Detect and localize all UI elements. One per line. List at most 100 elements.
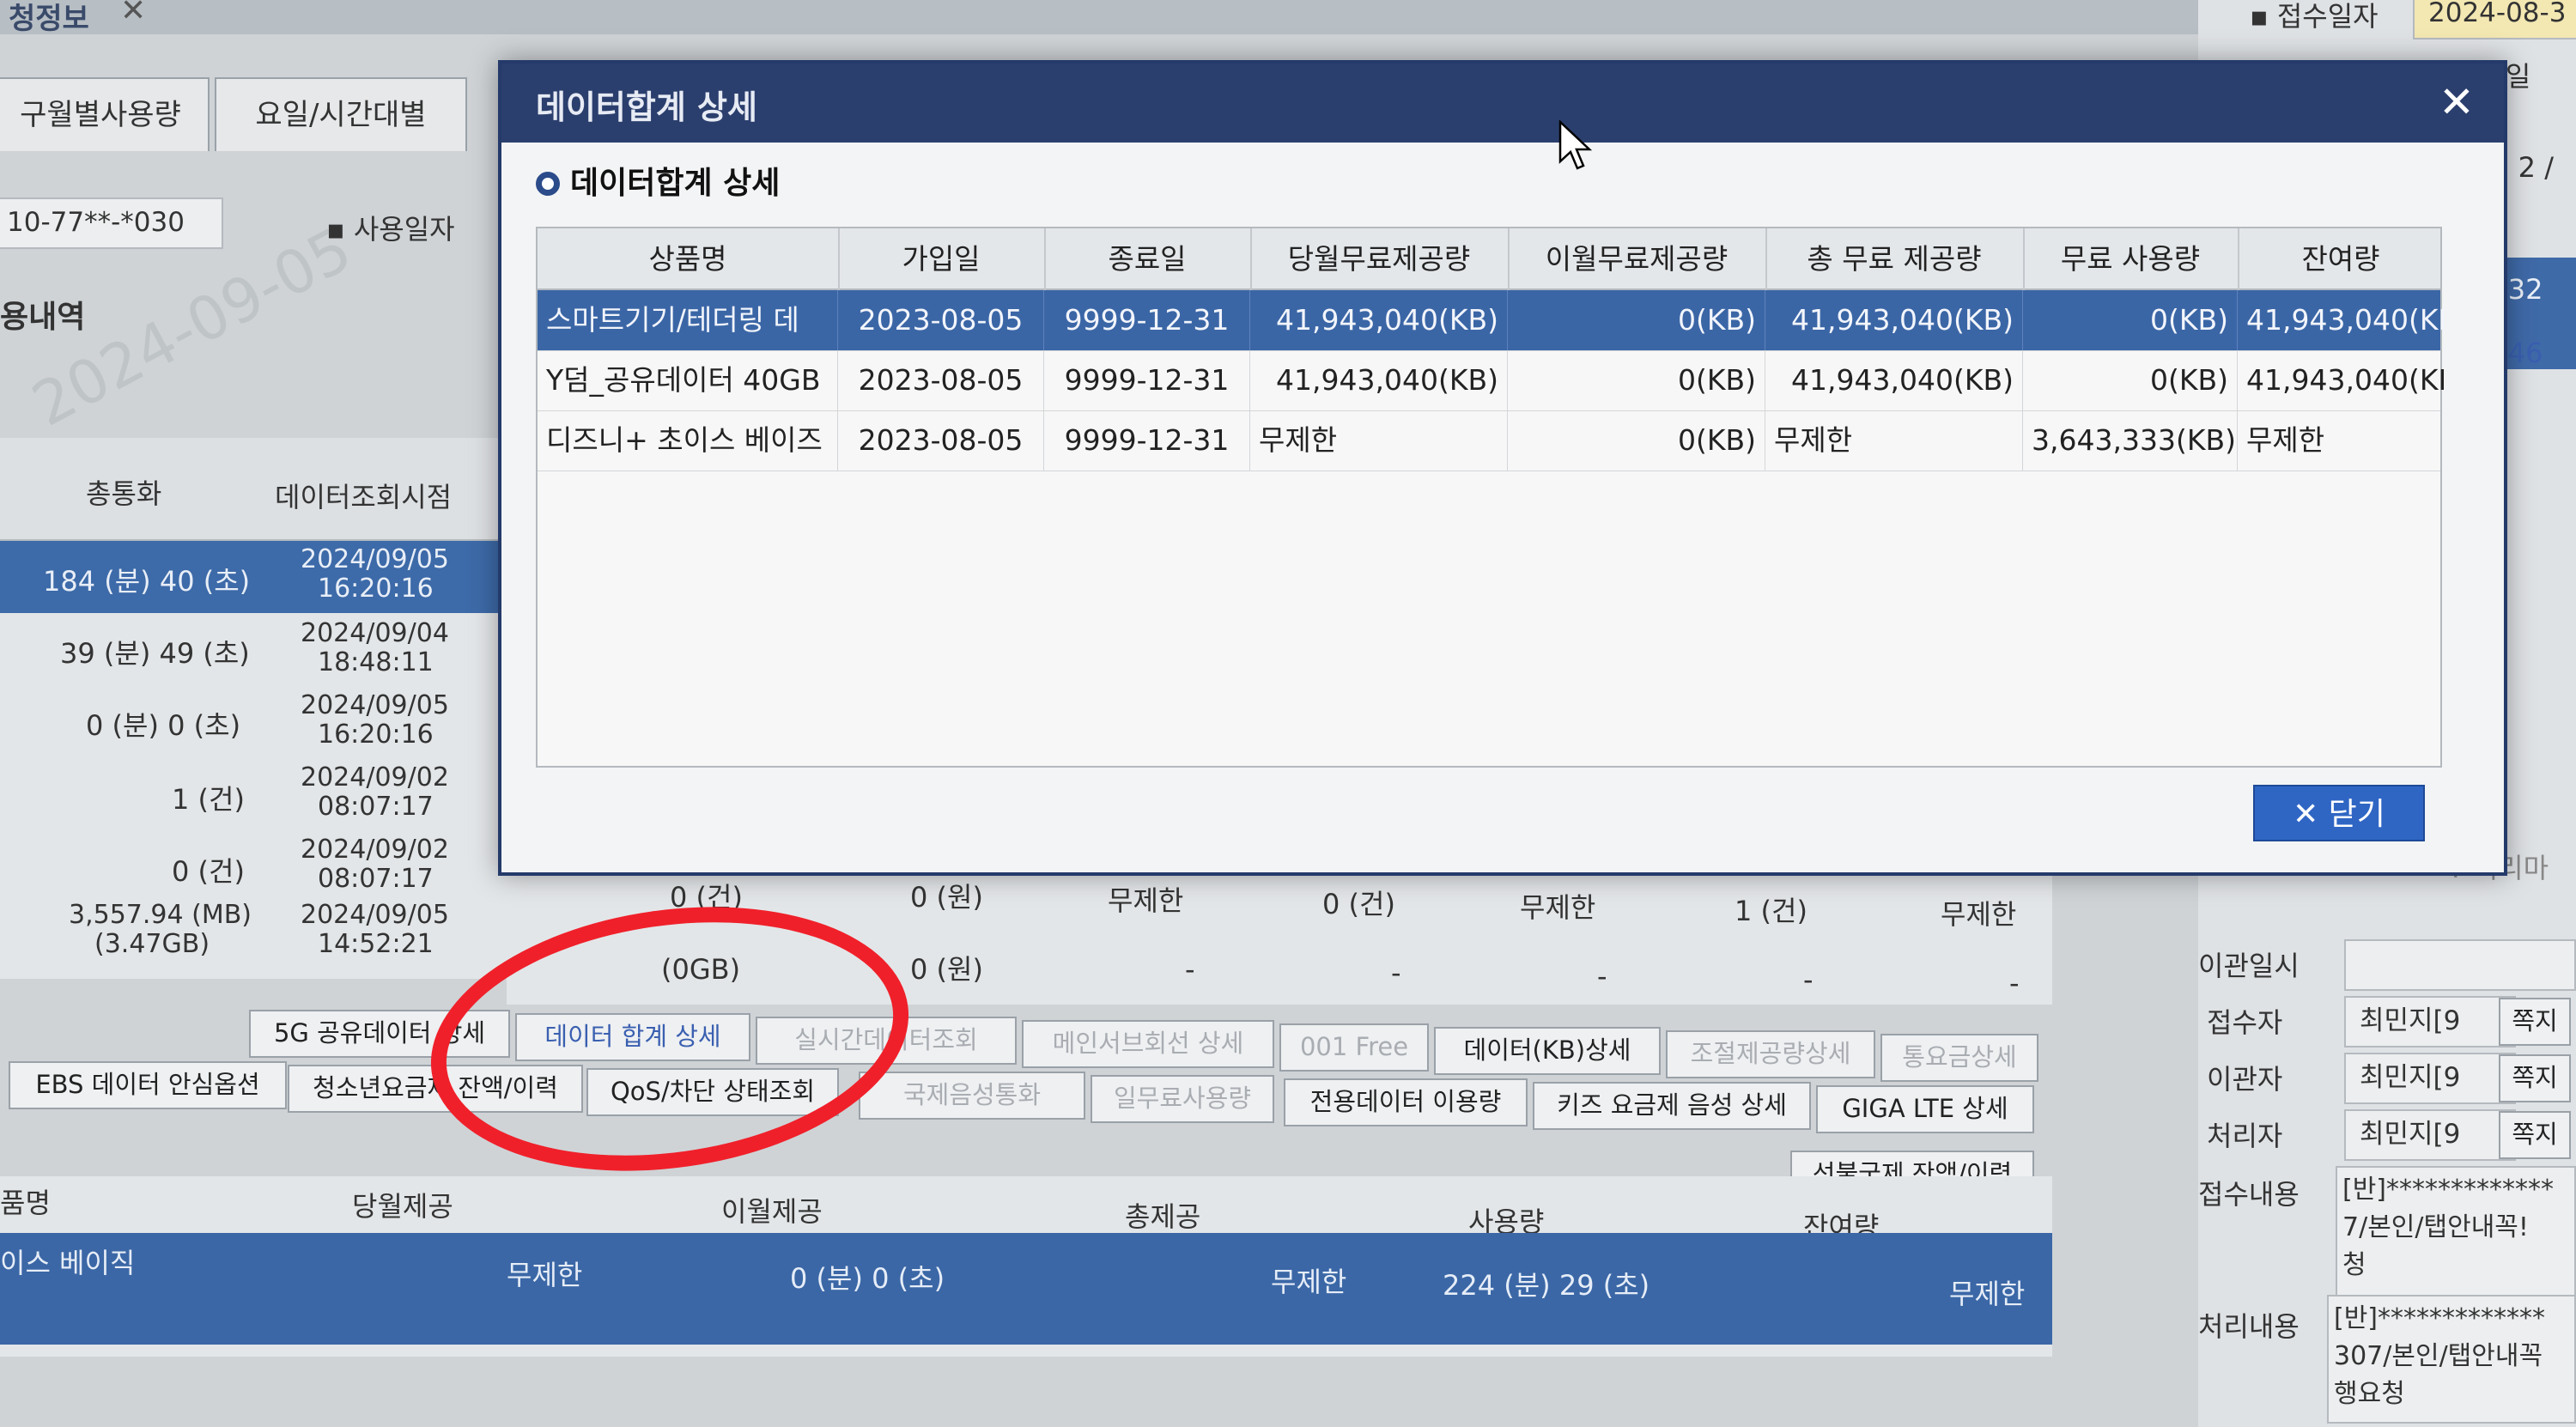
col-carryover-free[interactable]: 이월무료제공량 [1508, 228, 1767, 290]
dialog-titlebar[interactable]: 데이터합계 상세 ✕ [501, 64, 2504, 143]
dialog-title: 데이터합계 상세 [536, 88, 757, 126]
col-free-usage[interactable]: 무료 사용량 [2023, 228, 2239, 290]
row-time-clock: 18:48:11 [318, 647, 434, 677]
processor-note-button[interactable]: 쪽지 [2499, 1111, 2571, 1159]
col-product-name[interactable]: 상품명 [538, 228, 840, 290]
cell-total-free: 무제한 [1765, 410, 2023, 471]
kids-plan-voice-button[interactable]: 키즈 요금제 음성 상세 [1533, 1082, 1811, 1130]
cell-remaining: 무제한 [2246, 423, 2325, 457]
col-join-date[interactable]: 가입일 [838, 228, 1046, 290]
call-fee-detail-button[interactable]: 통요금상세 [1880, 1034, 2038, 1082]
receipt-content-box[interactable]: [반]************* 7/본인/탭안내꼭! 청 [2336, 1166, 2576, 1303]
cell-carryover-free: 0(KB) [1508, 410, 1765, 471]
content-line: 청 [2342, 1250, 2366, 1280]
cell-end-date: 9999-12-31 [1044, 410, 1250, 471]
dedicated-data-usage-button[interactable]: 전용데이터 이용량 [1284, 1078, 1528, 1126]
receipt-date-field[interactable]: 2024-08-3 [2413, 0, 2576, 39]
content-line: 7/본인/탭안내꼭! [2342, 1212, 2529, 1242]
row-product: 이스 베이직 [0, 1247, 136, 1279]
row-month-supply: 무제한 [507, 1259, 583, 1291]
mid-cell: 0 (원) [910, 953, 983, 986]
col-end-date[interactable]: 종료일 [1044, 228, 1252, 290]
receipt-date-label: ▪ 접수일자 [2250, 0, 2379, 33]
main-sub-line-detail-button[interactable]: 메인서브회선 상세 [1022, 1020, 1274, 1068]
mid-cell: 0 (건) [1322, 888, 1395, 920]
cell-carryover-free: 0(KB) [1508, 350, 1765, 410]
cell-carryover-free: 0(KB) [1508, 290, 1765, 350]
window-tab-title[interactable]: 청정보 [9, 0, 89, 37]
header-total-supply: 총제공 [1125, 1200, 1201, 1233]
data-total-grid: 상품명 가입일 종료일 당월무료제공량 이월무료제공량 총 무료 제공량 무료 … [536, 227, 2444, 768]
mid-cell: - [1597, 960, 1607, 993]
cell-remaining: 41,943,040(KE [2246, 363, 2444, 397]
close-button[interactable]: ✕ 닫기 [2253, 785, 2425, 841]
table-row[interactable]: 스마트기기/테더링 데 2023-08-05 9999-12-31 41,943… [538, 290, 2444, 351]
content-line: 행요청 [2334, 1379, 2405, 1409]
row-time-clock: 14:52:21 [318, 929, 434, 959]
ebs-data-option-button[interactable]: EBS 데이터 안심옵션 [9, 1061, 287, 1109]
close-icon[interactable]: ✕ [2430, 77, 2483, 131]
content-line: 307/본인/탭안내꼭 [2334, 1341, 2543, 1371]
cell-end-date: 9999-12-31 [1044, 350, 1250, 410]
adjusted-supply-detail-button[interactable]: 조절제공량상세 [1666, 1030, 1875, 1078]
transferrer-field[interactable]: 최민지[9 [2344, 1053, 2516, 1104]
receiver-field[interactable]: 최민지[9 [2344, 996, 2516, 1047]
row-time-date: 2024/09/02 [301, 835, 449, 865]
data-kb-detail-button[interactable]: 데이터(KB)상세 [1434, 1027, 1661, 1075]
row-time-date: 2024/09/05 [301, 690, 449, 720]
receiver-note-button[interactable]: 쪽지 [2499, 998, 2571, 1046]
background-window-titlebar: 청정보 ✕ [0, 0, 2198, 37]
mid-cell: - [1391, 956, 1401, 989]
row-remaining: 무제한 [1949, 1278, 2026, 1310]
header-product: 품명 [0, 1187, 51, 1219]
mid-cell: 무제한 [1941, 898, 2017, 931]
row-time-date: 2024/09/04 [301, 618, 449, 648]
header-query-time: 데이터조회시점 [275, 481, 453, 513]
bullet-icon [536, 172, 560, 196]
row-total: 3,557.94 (MB) [69, 900, 252, 930]
giga-lte-detail-button[interactable]: GIGA LTE 상세 [1816, 1085, 2034, 1133]
col-total-free[interactable]: 총 무료 제공량 [1765, 228, 2025, 290]
daily-free-usage-button[interactable]: 일무료사용량 [1091, 1075, 1274, 1123]
header-total: 총통화 [86, 477, 162, 510]
row-time-clock: 16:20:16 [318, 574, 434, 604]
row-time-date: 2024/09/05 [301, 900, 449, 930]
grid-header: 상품명 가입일 종료일 당월무료제공량 이월무료제공량 총 무료 제공량 무료 … [538, 228, 2440, 290]
cell-total-free: 41,943,040(KB) [1765, 350, 2023, 410]
row-total: 0 (건) [172, 855, 245, 888]
header-month-supply: 당월제공 [352, 1190, 453, 1223]
001-free-button[interactable]: 001 Free [1279, 1023, 1429, 1072]
row-total: 1 (건) [172, 783, 245, 816]
table-row[interactable]: 디즈니+ 초이스 베이즈 2023-08-05 9999-12-31 무제한 0… [538, 410, 2440, 471]
table-row[interactable]: Y덤_공유데이터 40GB 2023-08-05 9999-12-31 41,9… [538, 350, 2444, 411]
transfer-time-field[interactable] [2344, 939, 2576, 991]
row-usage: 224 (분) 29 (초) [1443, 1269, 1650, 1302]
transferrer-note-button[interactable]: 쪽지 [2499, 1054, 2571, 1102]
cell-free-usage: 0(KB) [2023, 290, 2238, 350]
mid-cell: - [2009, 967, 2020, 999]
cell-month-free: 무제한 [1250, 410, 1508, 471]
table-header: 총통화 데이터조회시점 [0, 438, 507, 541]
table-row[interactable]: 이스 베이직 무제한 0 (분) 0 (초) 무제한 224 (분) 29 (초… [0, 1233, 2052, 1345]
process-content-box[interactable]: [반]************* 307/본인/탭안내꼭 행요청 [2327, 1295, 2576, 1424]
row-total: 39 (분) 49 (초) [60, 637, 250, 670]
cell-product-name: 스마트기기/테더링 데 [538, 290, 838, 350]
processor-field[interactable]: 최민지[9 [2344, 1109, 2516, 1161]
cell-join-date: 2023-08-05 [838, 290, 1044, 350]
usage-summary-table: 총통화 데이터조회시점 184 (분) 40 (초) 2024/09/05 16… [0, 438, 507, 979]
cell-free-usage: 3,643,333(KB) [2023, 410, 2238, 471]
col-remaining[interactable]: 잔여량 [2238, 228, 2444, 290]
subscriber-id-field[interactable]: 10-77**-*030 [0, 197, 223, 249]
tab-monthly-usage[interactable]: 구월별사용량 [0, 77, 210, 151]
mid-cell: - [1185, 953, 1195, 986]
row-time-date: 2024/09/05 [301, 544, 449, 574]
col-month-free[interactable]: 당월무료제공량 [1250, 228, 1510, 290]
cell-end-date: 9999-12-31 [1044, 290, 1250, 350]
row-time-clock: 16:20:16 [318, 720, 434, 750]
intl-voice-call-button[interactable]: 국제음성통화 [859, 1072, 1085, 1120]
cell-month-free: 41,943,040(KB) [1250, 350, 1508, 410]
close-tab-icon[interactable]: ✕ [120, 0, 146, 28]
mid-cell: 0 (원) [910, 881, 983, 914]
tab-day-time[interactable]: 요일/시간대별 [215, 77, 467, 151]
data-total-detail-dialog: 데이터합계 상세 ✕ 데이터합계 상세 상품명 가입일 종료일 당월무료제공량 … [498, 60, 2507, 876]
